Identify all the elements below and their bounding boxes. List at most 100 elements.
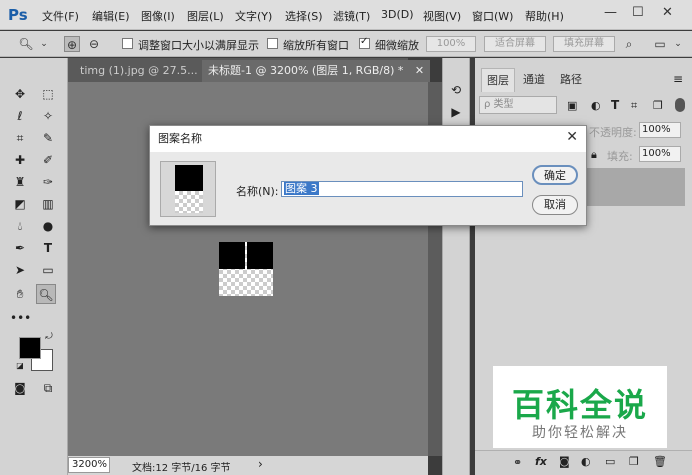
panel-menu-icon[interactable]: ≡	[673, 72, 683, 86]
opacity-field[interactable]: 100%	[639, 122, 681, 138]
zoom-tool-icon[interactable]: 🔍︎	[36, 284, 56, 304]
status-bar: 3200% 文档:12 字节/16 字节 ›	[68, 456, 428, 475]
menu-help[interactable]: 帮助(H)	[525, 8, 564, 24]
workspace-icon[interactable]: ▭	[652, 36, 668, 52]
pixel-black-left	[219, 242, 245, 269]
clone-stamp-tool-icon[interactable]: ♜	[10, 172, 30, 192]
fill-screen-button[interactable]: 填充屏幕	[553, 36, 615, 52]
hand-tool-icon[interactable]: ✋︎	[10, 284, 30, 304]
lasso-tool-icon[interactable]: ℓ	[10, 106, 30, 126]
more-tools-icon[interactable]: •••	[10, 308, 31, 328]
tab-layers[interactable]: 图层	[481, 68, 515, 92]
zoom-100-button[interactable]: 100%	[426, 36, 476, 52]
history-brush-tool-icon[interactable]: ✑	[38, 172, 58, 192]
chevron-down-icon[interactable]: ⌄	[36, 36, 52, 52]
maximize-icon[interactable]: ☐	[632, 5, 644, 20]
foreground-color-swatch[interactable]	[19, 337, 41, 359]
name-label: 名称(N):	[236, 185, 279, 198]
menu-select[interactable]: 选择(S)	[285, 8, 323, 24]
status-arrow-icon[interactable]: ›	[258, 457, 263, 471]
watermark-title: 百科全说	[511, 386, 648, 424]
filter-toggle[interactable]	[675, 98, 685, 112]
type-filter-icon[interactable]: T	[611, 98, 619, 112]
zoom-tool-preset-icon[interactable]: 🔍︎	[18, 36, 34, 52]
pixel-filter-icon[interactable]: ▣	[567, 99, 577, 112]
zoom-all-checkbox[interactable]	[267, 38, 278, 49]
type-tool-icon[interactable]: T	[38, 238, 58, 258]
menu-layer[interactable]: 图层(L)	[187, 8, 224, 24]
close-window-icon[interactable]: ✕	[662, 5, 673, 20]
dialog-title: 图案名称	[150, 126, 586, 152]
history-panel-icon[interactable]: ⟲	[446, 80, 466, 100]
fill-field[interactable]: 100%	[639, 146, 681, 162]
dialog-close-icon[interactable]: ✕	[566, 129, 578, 145]
crop-tool-icon[interactable]: ⌗	[10, 128, 30, 148]
zoom-level-field[interactable]: 3200%	[68, 457, 110, 473]
layer-kind-filter[interactable]: ρ 类型	[479, 96, 557, 114]
menu-view[interactable]: 视图(V)	[423, 8, 461, 24]
zoom-out-icon[interactable]: ⊖	[86, 36, 102, 52]
tab-paths[interactable]: 路径	[555, 68, 587, 92]
adjustment-layer-icon[interactable]: ◐	[581, 455, 591, 468]
search-icon[interactable]: ⌕	[621, 36, 637, 52]
lock-icon[interactable]: 🔒︎	[591, 148, 597, 162]
tools-panel: ✥ ⬚ ℓ ✧ ⌗ ✎ ✚ ✐ ♜ ✑ ◩ ▥ 💧︎ ● ✒ T ➤ ▭ ✋︎ …	[0, 58, 68, 475]
path-selection-tool-icon[interactable]: ➤	[10, 260, 30, 280]
pen-tool-icon[interactable]: ✒	[10, 238, 30, 258]
swap-colors-icon[interactable]: ⤾	[43, 331, 55, 343]
zoom-all-label: 缩放所有窗口	[283, 39, 349, 52]
add-mask-icon[interactable]: ◙	[559, 455, 570, 468]
menu-3d[interactable]: 3D(D)	[381, 8, 414, 21]
actions-panel-icon[interactable]: ▶	[446, 102, 466, 122]
workspace-chevron-icon[interactable]: ⌄	[670, 36, 686, 52]
blur-tool-icon[interactable]: 💧︎	[10, 216, 30, 236]
eraser-tool-icon[interactable]: ◩	[10, 194, 30, 214]
tab-channels[interactable]: 通道	[518, 68, 550, 92]
pattern-name-value: 图案 3	[284, 182, 319, 195]
resize-windows-checkbox[interactable]	[122, 38, 133, 49]
fx-icon[interactable]: fx	[535, 455, 547, 468]
delete-layer-icon[interactable]: 🗑︎	[653, 455, 667, 468]
smart-object-filter-icon[interactable]: ❐	[653, 99, 663, 112]
gradient-tool-icon[interactable]: ▥	[38, 194, 58, 214]
dodge-tool-icon[interactable]: ●	[38, 216, 58, 236]
tab-label: timg (1).jpg @ 27.5...	[80, 64, 198, 77]
rectangle-tool-icon[interactable]: ▭	[38, 260, 58, 280]
brush-tool-icon[interactable]: ✐	[38, 150, 58, 170]
scrubby-zoom-checkbox[interactable]	[359, 36, 370, 49]
quick-mask-icon[interactable]: ◙	[10, 378, 30, 398]
move-tool-icon[interactable]: ✥	[10, 84, 30, 104]
shape-filter-icon[interactable]: ⌗	[631, 99, 637, 113]
menu-filter[interactable]: 滤镜(T)	[333, 8, 370, 24]
document-image[interactable]	[219, 242, 273, 296]
eyedropper-tool-icon[interactable]: ✎	[38, 128, 58, 148]
menu-file[interactable]: 文件(F)	[42, 8, 79, 24]
fill-label: 填充:	[607, 150, 633, 163]
fit-screen-button[interactable]: 适合屏幕	[484, 36, 546, 52]
ok-button[interactable]: 确定	[532, 165, 578, 185]
cancel-button[interactable]: 取消	[532, 195, 578, 215]
marquee-tool-icon[interactable]: ⬚	[38, 84, 58, 104]
magic-wand-tool-icon[interactable]: ✧	[38, 106, 58, 126]
menu-edit[interactable]: 编辑(E)	[92, 8, 130, 24]
zoom-in-icon[interactable]: ⊕	[64, 36, 80, 52]
scrubby-zoom-label: 细微缩放	[375, 39, 419, 52]
pixel-black-right	[247, 242, 273, 269]
menu-window[interactable]: 窗口(W)	[472, 8, 513, 24]
new-group-icon[interactable]: ▭	[605, 455, 615, 468]
default-colors-icon[interactable]: ◪	[14, 360, 26, 372]
healing-brush-tool-icon[interactable]: ✚	[10, 150, 30, 170]
adjustment-filter-icon[interactable]: ◐	[591, 99, 601, 112]
menu-image[interactable]: 图像(I)	[141, 8, 175, 24]
layers-footer: ⚭ fx ◙ ◐ ▭ ❐ 🗑︎	[475, 450, 692, 475]
screen-mode-icon[interactable]: ⧉	[38, 378, 58, 398]
pattern-name-input[interactable]: 图案 3	[281, 181, 523, 197]
link-layers-icon[interactable]: ⚭	[513, 456, 522, 469]
collapsed-panel-dock: ⟲ ▶	[442, 58, 470, 475]
tab-close-icon[interactable]: ✕	[415, 64, 424, 77]
tab-untitled[interactable]: 未标题-1 @ 3200% (图层 1, RGB/8) * ✕	[202, 60, 431, 82]
pattern-preview	[160, 161, 216, 217]
menu-type[interactable]: 文字(Y)	[235, 8, 272, 24]
minimize-icon[interactable]: —	[604, 5, 617, 20]
new-layer-icon[interactable]: ❐	[629, 455, 639, 468]
